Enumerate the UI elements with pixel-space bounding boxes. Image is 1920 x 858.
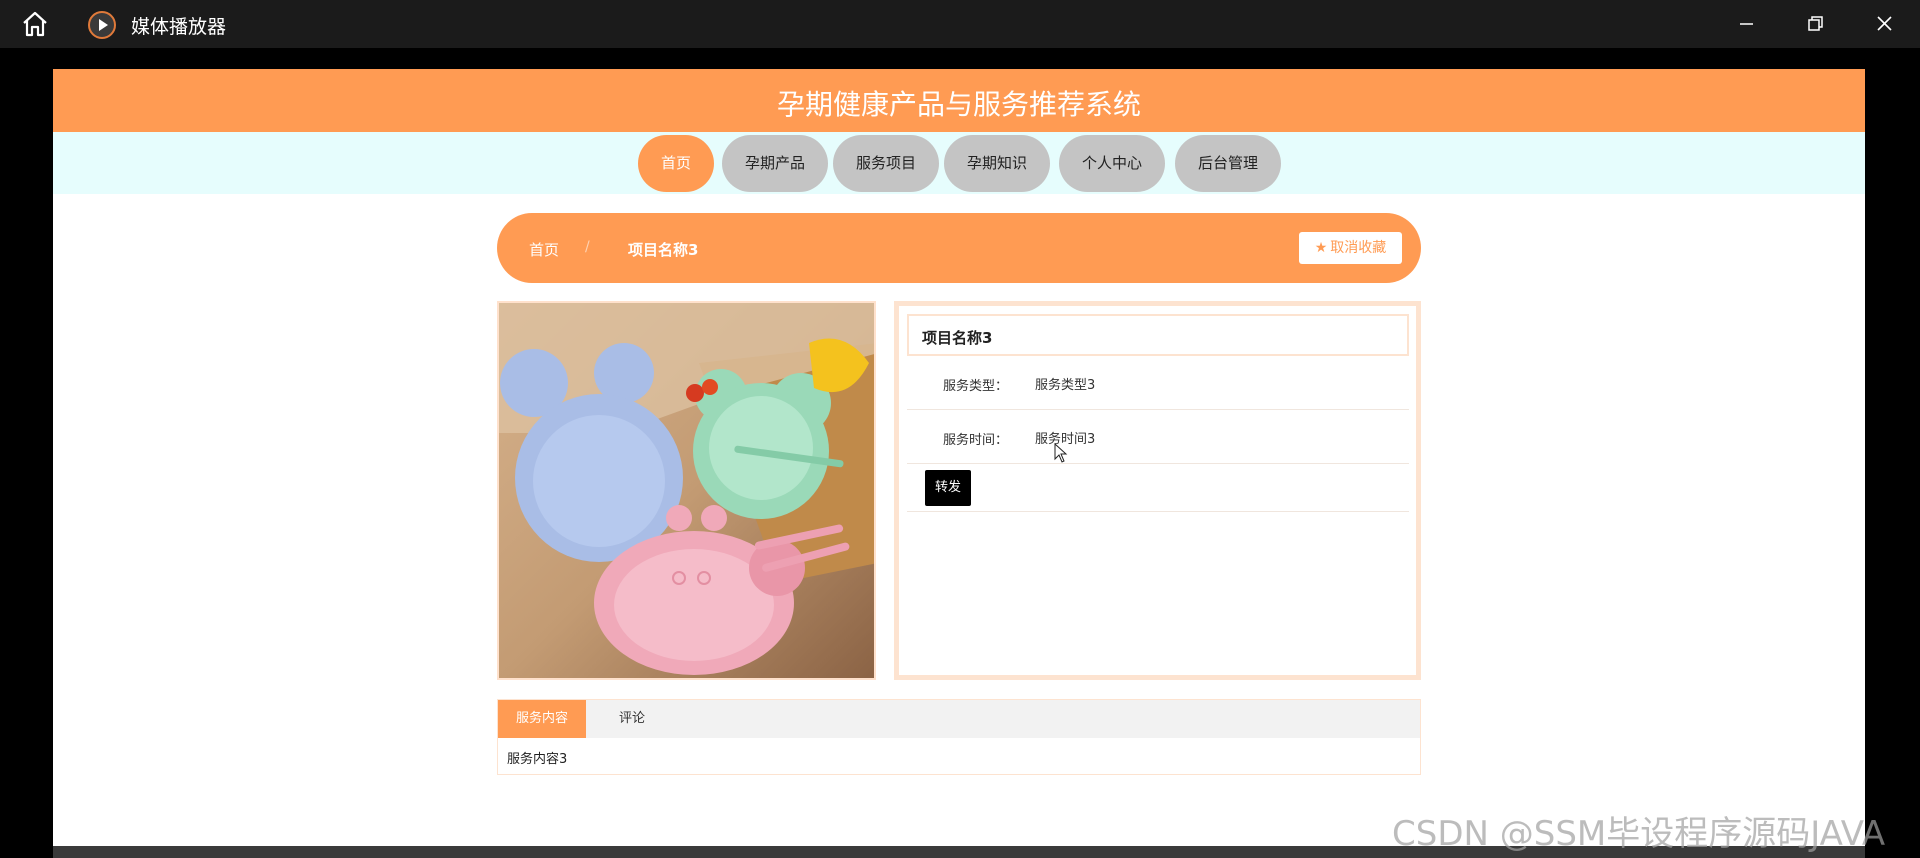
mouse-cursor-icon: [1054, 443, 1068, 463]
detail-row-service-type: 服务类型： 服务类型3: [907, 356, 1409, 410]
tableware-photo: [499, 303, 874, 678]
home-icon[interactable]: [20, 10, 50, 38]
site-title: 孕期健康产品与服务推荐系统: [776, 88, 1141, 121]
close-icon[interactable]: [1864, 8, 1904, 40]
tab-content: 服务内容3: [507, 752, 568, 767]
nav-item-services[interactable]: 服务项目: [833, 135, 939, 192]
detail-tabs: 服务内容 评论 服务内容3: [497, 699, 1421, 775]
breadcrumb-separator: /: [585, 239, 590, 255]
nav-item-admin[interactable]: 后台管理: [1175, 135, 1281, 192]
breadcrumb: 首页 / 项目名称3 ★ 取消收藏: [497, 213, 1421, 283]
restore-icon[interactable]: [1795, 8, 1835, 40]
detail-panel: 项目名称3 服务类型： 服务类型3 服务时间： 服务时间3 转发: [894, 301, 1421, 680]
window-titlebar: 媒体播放器: [0, 0, 1920, 48]
share-button[interactable]: 转发: [925, 470, 971, 506]
detail-row-service-time: 服务时间： 服务时间3: [907, 410, 1409, 464]
watermark: CSDN @SSM毕设程序源码JAVA: [1392, 814, 1886, 854]
detail-actions: 转发: [907, 464, 1409, 512]
service-type-value: 服务类型3: [1035, 378, 1096, 393]
product-image: [497, 301, 876, 680]
window-title: 媒体播放器: [131, 16, 227, 38]
nav-item-home[interactable]: 首页: [638, 135, 714, 192]
page-viewport: 孕期健康产品与服务推荐系统 首页 孕期产品 服务项目 孕期知识 个人中心 后台管…: [53, 69, 1865, 858]
play-icon: [88, 11, 116, 39]
unfavorite-button[interactable]: ★ 取消收藏: [1299, 232, 1402, 264]
site-header: 孕期健康产品与服务推荐系统: [53, 69, 1865, 132]
minimize-icon[interactable]: [1726, 8, 1766, 40]
main-nav: 首页 孕期产品 服务项目 孕期知识 个人中心 后台管理: [53, 132, 1865, 194]
tab-comments[interactable]: 评论: [586, 700, 678, 738]
star-icon: ★: [1314, 240, 1328, 256]
breadcrumb-home-link[interactable]: 首页: [529, 239, 559, 260]
unfavorite-label: 取消收藏: [1330, 240, 1387, 256]
tab-service-content[interactable]: 服务内容: [498, 700, 586, 738]
tab-bar: 服务内容 评论: [498, 700, 1420, 738]
service-time-label: 服务时间：: [943, 433, 1009, 448]
detail-title: 项目名称3: [907, 314, 1409, 356]
nav-item-profile[interactable]: 个人中心: [1059, 135, 1165, 192]
service-type-label: 服务类型：: [943, 379, 1009, 394]
nav-item-knowledge[interactable]: 孕期知识: [944, 135, 1050, 192]
nav-item-products[interactable]: 孕期产品: [722, 135, 828, 192]
breadcrumb-current: 项目名称3: [628, 241, 699, 259]
